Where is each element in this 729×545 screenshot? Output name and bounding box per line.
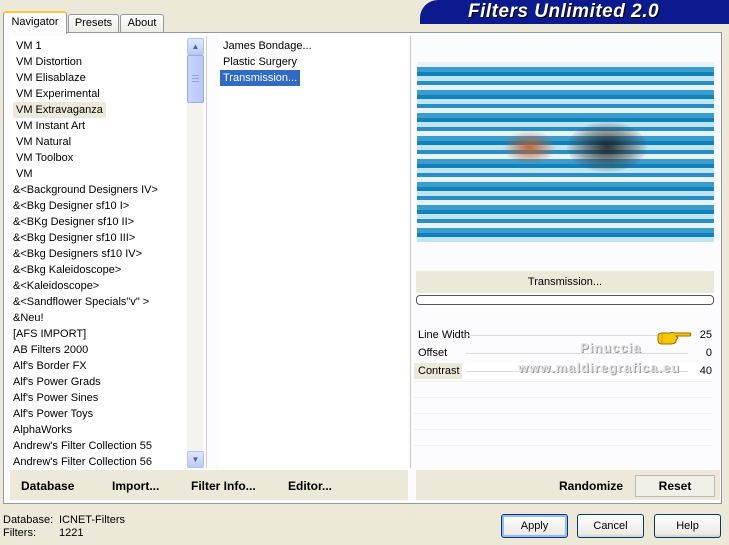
filter-list[interactable]: James Bondage... Plastic Surgery Transmiss… — [218, 36, 408, 468]
title-banner: Filters Unlimited 2.0 — [420, 0, 729, 24]
app-title: Filters Unlimited 2.0 — [468, 0, 728, 24]
pointing-hand-icon — [657, 332, 692, 345]
database-button[interactable]: Database — [21, 471, 74, 501]
help-button[interactable]: Help — [654, 514, 721, 538]
category-item[interactable]: VM Distortion — [13, 54, 85, 70]
selected-filter-title: Transmission... — [416, 271, 714, 293]
filters-label: Filters: — [3, 527, 36, 539]
apply-button[interactable]: Apply — [501, 514, 568, 538]
param-slider[interactable] — [466, 353, 688, 354]
category-item[interactable]: &<Background Designers IV> — [10, 182, 161, 198]
category-item[interactable]: VM Toolbox — [13, 150, 76, 166]
filters-count: 1221 — [59, 527, 84, 539]
category-item[interactable]: AlphaWorks — [10, 422, 75, 438]
filter-item[interactable]: Transmission... — [218, 69, 302, 87]
watermark-url: www.maldiregrafica.eu — [518, 360, 681, 375]
preview-image — [417, 62, 714, 242]
tab-about[interactable]: About — [120, 14, 164, 32]
category-item[interactable]: VM Experimental — [13, 86, 103, 102]
filter-item[interactable]: Plastic Surgery — [220, 54, 300, 70]
tab-presets[interactable]: Presets — [68, 14, 119, 32]
category-item[interactable]: VM Instant Art — [13, 118, 88, 134]
database-value: ICNET-Filters — [59, 514, 125, 526]
watermark-name: Pinuccia — [580, 340, 642, 355]
param-slider[interactable] — [466, 335, 688, 336]
scroll-thumb[interactable] — [187, 55, 204, 103]
param-label: Offset — [418, 347, 448, 359]
category-item[interactable]: [AFS IMPORT] — [10, 326, 89, 342]
category-item[interactable]: Andrew's Filter Collection 55 — [10, 438, 155, 454]
tab-navigator[interactable]: Navigator — [3, 11, 67, 34]
empty-param-row — [414, 413, 712, 429]
category-item[interactable]: VM Elisablaze — [13, 70, 89, 86]
param-row-offset[interactable]: Offset 0 — [414, 345, 712, 361]
scroll-up-icon[interactable]: ▲ — [187, 38, 204, 55]
empty-param-row — [414, 381, 712, 397]
param-value: 40 — [699, 365, 712, 377]
filter-info-button[interactable]: Filter Info... — [191, 471, 256, 501]
category-item[interactable]: &<Bkg Designers sf10 IV> — [10, 246, 145, 262]
preview-detail — [567, 122, 647, 172]
empty-param-row — [414, 397, 712, 413]
database-label: Database: — [3, 514, 54, 526]
cancel-button[interactable]: Cancel — [577, 514, 644, 538]
category-item[interactable]: VM Natural — [13, 134, 74, 150]
param-value: 0 — [705, 347, 712, 359]
reset-button[interactable]: Reset — [635, 475, 715, 497]
category-item[interactable]: Alf's Border FX — [10, 358, 90, 374]
progress-bar — [416, 295, 714, 305]
param-label: Line Width — [418, 329, 470, 341]
divider — [410, 36, 411, 468]
category-item[interactable]: VM — [13, 166, 36, 182]
preview-detail — [502, 130, 557, 165]
filter-item[interactable]: James Bondage... — [220, 38, 315, 54]
category-scrollbar[interactable]: ▲ ▼ — [187, 38, 204, 468]
empty-param-row — [414, 445, 712, 461]
category-item[interactable]: &<BKg Designer sf10 II> — [10, 214, 137, 230]
category-item[interactable]: AB Filters 2000 — [10, 342, 91, 358]
param-label: Contrast — [418, 365, 460, 377]
param-value: 25 — [699, 329, 712, 341]
scroll-down-icon[interactable]: ▼ — [187, 451, 204, 468]
empty-param-row — [414, 429, 712, 445]
category-item[interactable]: VM Extravaganza — [13, 102, 106, 118]
category-item[interactable]: &<Bkg Designer sf10 III> — [10, 230, 138, 246]
category-item[interactable]: Andrew's Filter Collection 56 — [10, 454, 155, 468]
category-item[interactable]: &<Sandflower Specials"v" > — [10, 294, 152, 310]
category-item[interactable]: &<Bkg Designer sf10 I> — [10, 198, 132, 214]
import-button[interactable]: Import... — [112, 471, 159, 501]
randomize-button[interactable]: Randomize — [559, 471, 623, 501]
editor-button[interactable]: Editor... — [288, 471, 332, 501]
divider — [206, 36, 207, 468]
category-item[interactable]: &<Kaleidoscope> — [10, 278, 102, 294]
category-item[interactable]: Alf's Power Toys — [10, 406, 96, 422]
category-item[interactable]: &Neu! — [10, 310, 47, 326]
category-item[interactable]: &<Bkg Kaleidoscope> — [10, 262, 124, 278]
category-list[interactable]: VM 1 VM Distortion VM Elisablaze VM Experim… — [10, 36, 186, 468]
category-item[interactable]: VM 1 — [13, 38, 45, 54]
category-item[interactable]: Alf's Power Grads — [10, 374, 104, 390]
category-item[interactable]: Alf's Power Sines — [10, 390, 101, 406]
